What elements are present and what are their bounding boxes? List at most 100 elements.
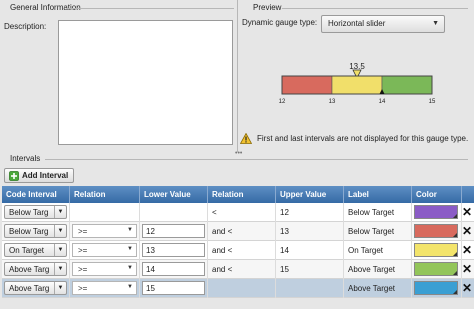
- relation-select[interactable]: >= ▼: [72, 243, 137, 257]
- label-text[interactable]: Below Target: [348, 208, 394, 217]
- gauge-band-0: [281, 75, 333, 95]
- chevron-down-icon: ▼: [432, 20, 439, 27]
- intervals-divider: [45, 159, 468, 160]
- relation-select[interactable]: >= ▼: [72, 262, 137, 276]
- relation-value: >=: [78, 265, 88, 274]
- dropdown-corner-icon: [453, 214, 457, 218]
- dropdown-corner-icon: [453, 271, 457, 275]
- chevron-down-icon: ▼: [127, 265, 133, 271]
- gauge-type-value: Horizontal slider: [328, 19, 386, 28]
- relation-value: >=: [78, 227, 88, 236]
- lower-value-input[interactable]: 12: [142, 224, 205, 238]
- column-header-relation-2[interactable]: Relation: [208, 186, 276, 203]
- chevron-down-icon: ▼: [54, 282, 66, 294]
- lower-value-text: 13: [146, 246, 155, 255]
- intervals-title: Intervals: [10, 154, 41, 163]
- relation-select[interactable]: >= ▼: [72, 281, 137, 295]
- delete-icon[interactable]: ✕: [462, 225, 472, 237]
- preview-divider: [282, 8, 468, 9]
- delete-icon[interactable]: ✕: [462, 206, 472, 218]
- add-interval-button[interactable]: Add Interval: [4, 168, 74, 183]
- label-text[interactable]: On Target: [348, 246, 383, 255]
- color-picker[interactable]: [414, 243, 458, 257]
- gauge-band-2: [381, 75, 433, 95]
- chevron-down-icon: ▼: [127, 246, 133, 252]
- code-interval-value: Above Targ: [9, 265, 50, 274]
- lower-value-text: 15: [146, 284, 155, 293]
- warning-icon: [240, 133, 252, 144]
- panel-splitter[interactable]: [237, 0, 238, 152]
- splitter-grip-icon[interactable]: •••: [235, 150, 242, 157]
- column-header-code-interval[interactable]: Code Interval: [2, 186, 70, 203]
- upper-value-text[interactable]: 14: [280, 246, 289, 255]
- delete-icon[interactable]: ✕: [462, 263, 472, 275]
- code-interval-select[interactable]: Below Targ ▼: [4, 205, 67, 219]
- intervals-table: Code Interval Relation Lower Value Relat…: [2, 186, 474, 298]
- table-row: Below Targ ▼ >= ▼ 12 and < 13 Below Target…: [2, 222, 474, 241]
- code-interval-value: Above Targ: [9, 284, 50, 293]
- table-row: On Target ▼ >= ▼ 13 and < 14 On Target ✕: [2, 241, 474, 260]
- code-interval-value: On Target: [9, 246, 44, 255]
- code-interval-value: Below Targ: [9, 227, 49, 236]
- color-picker[interactable]: [414, 262, 458, 276]
- upper-value-text[interactable]: 12: [280, 208, 289, 217]
- dropdown-corner-icon: [453, 252, 457, 256]
- gauge-type-select[interactable]: Horizontal slider ▼: [321, 15, 445, 33]
- chevron-down-icon: ▼: [54, 225, 66, 237]
- table-row-selected: Above Targ ▼ >= ▼ 15 Above Target ✕: [2, 279, 474, 298]
- column-header-lower-value[interactable]: Lower Value: [140, 186, 208, 203]
- preview-title: Preview: [253, 3, 282, 12]
- chevron-down-icon: ▼: [54, 244, 66, 256]
- gauge-type-label: Dynamic gauge type:: [242, 18, 318, 27]
- general-divider: [66, 8, 234, 9]
- relation-select[interactable]: >= ▼: [72, 224, 137, 238]
- color-picker[interactable]: [414, 224, 458, 238]
- relation-value: >=: [78, 246, 88, 255]
- table-row: Below Targ ▼ < 12 Below Target ✕: [2, 203, 474, 222]
- lower-value-input[interactable]: 13: [142, 243, 205, 257]
- add-icon: [9, 170, 19, 181]
- column-header-color[interactable]: Color: [412, 186, 462, 203]
- relation2-text: <: [212, 208, 217, 217]
- code-interval-select[interactable]: Below Targ ▼: [4, 224, 67, 238]
- upper-value-text[interactable]: 13: [280, 227, 289, 236]
- delete-icon[interactable]: ✕: [462, 244, 472, 256]
- gauge-tick-label: 13: [329, 99, 336, 105]
- chevron-down-icon: ▼: [127, 284, 133, 290]
- relation2-text: and <: [212, 265, 233, 274]
- lower-value-text: 14: [146, 265, 155, 274]
- gauge-tick-label: 15: [429, 99, 436, 105]
- add-interval-label: Add Interval: [22, 171, 69, 180]
- lower-value-text: 12: [146, 227, 155, 236]
- delete-icon[interactable]: ✕: [462, 282, 472, 294]
- chevron-down-icon: ▼: [127, 227, 133, 233]
- gauge-tick-label: 14: [379, 99, 386, 105]
- relation2-text: and <: [212, 227, 233, 236]
- gauge-tick-label: 12: [279, 99, 286, 105]
- label-text[interactable]: Below Target: [348, 227, 394, 236]
- code-interval-value: Below Targ: [9, 208, 49, 217]
- code-interval-select[interactable]: On Target ▼: [4, 243, 67, 257]
- label-text[interactable]: Above Target: [348, 284, 395, 293]
- dropdown-corner-icon: [453, 233, 457, 237]
- lower-value-cell-empty: [140, 203, 208, 222]
- lower-value-input[interactable]: 14: [142, 262, 205, 276]
- column-header-upper-value[interactable]: Upper Value: [276, 186, 344, 203]
- dropdown-corner-icon: [453, 290, 457, 294]
- upper-value-text[interactable]: 15: [280, 265, 289, 274]
- chevron-down-icon: ▼: [54, 263, 66, 275]
- table-header: Code Interval Relation Lower Value Relat…: [2, 186, 474, 203]
- code-interval-select[interactable]: Above Targ ▼: [4, 281, 67, 295]
- gauge-band-1: [331, 75, 383, 95]
- lower-value-input[interactable]: 15: [142, 281, 205, 295]
- label-text[interactable]: Above Target: [348, 265, 395, 274]
- column-header-label[interactable]: Label: [344, 186, 412, 203]
- description-textarea[interactable]: [58, 20, 233, 145]
- code-interval-select[interactable]: Above Targ ▼: [4, 262, 67, 276]
- relation2-text: and <: [212, 246, 233, 255]
- column-header-relation[interactable]: Relation: [70, 186, 140, 203]
- color-picker[interactable]: [414, 205, 458, 219]
- color-picker[interactable]: [414, 281, 458, 295]
- table-row: Above Targ ▼ >= ▼ 14 and < 15 Above Target…: [2, 260, 474, 279]
- gauge-warning: First and last intervals are not display…: [240, 133, 468, 144]
